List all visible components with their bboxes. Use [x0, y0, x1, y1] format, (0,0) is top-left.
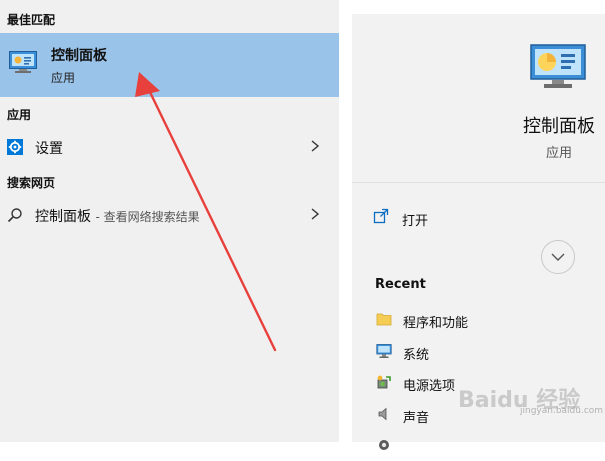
- recent-header: Recent: [375, 277, 426, 292]
- recent-item-label: 电源选项: [403, 379, 456, 394]
- app-detail-pane: 控制面板 应用 打开 Recent 程序和功能 系统 电源选项 声音: [352, 14, 605, 450]
- folder-icon: [376, 313, 392, 326]
- recent-item-system[interactable]: 系统: [352, 337, 605, 367]
- search-icon: [7, 208, 22, 223]
- monitor-icon: [376, 344, 392, 358]
- chevron-right-icon[interactable]: [309, 138, 321, 154]
- recent-item-label: 程序和功能: [403, 316, 469, 331]
- best-match-header: 最佳匹配: [7, 13, 56, 27]
- apps-header: 应用: [7, 108, 32, 122]
- power-options-icon: [377, 375, 391, 389]
- best-match-subtitle: 应用: [51, 71, 76, 85]
- control-panel-icon: [530, 44, 586, 88]
- app-result-settings[interactable]: 设置: [0, 130, 339, 164]
- open-action[interactable]: 打开: [352, 200, 605, 234]
- web-result-hint: - 查看网络搜索结果: [95, 210, 200, 224]
- web-search-header: 搜索网页: [7, 176, 56, 190]
- recent-item-label: 系统: [403, 348, 430, 363]
- expand-button[interactable]: [541, 240, 575, 274]
- chevron-right-icon[interactable]: [309, 206, 321, 222]
- watermark-url: jingyan.baidu.com: [520, 406, 604, 416]
- recent-item-label: 声音: [403, 411, 430, 426]
- recent-item-partial[interactable]: [352, 431, 605, 461]
- open-label: 打开: [402, 214, 429, 229]
- speaker-icon: [378, 407, 387, 421]
- control-panel-icon: [9, 51, 37, 73]
- best-match-title: 控制面板: [51, 48, 107, 64]
- app-title-text: 控制面板: [523, 116, 595, 137]
- web-result-control-panel[interactable]: 控制面板 - 查看网络搜索结果: [0, 198, 339, 232]
- partial-item-icon: [379, 440, 389, 450]
- open-external-icon: [373, 208, 389, 224]
- best-match-control-panel[interactable]: 控制面板 应用: [0, 33, 339, 97]
- divider: [352, 182, 605, 183]
- web-result-label: 控制面板 - 查看网络搜索结果: [35, 206, 200, 226]
- settings-gear-icon: [7, 139, 23, 155]
- chevron-down-icon: [551, 253, 565, 261]
- web-result-term: 控制面板: [35, 209, 91, 225]
- app-result-label: 设置: [35, 141, 63, 157]
- app-subtitle: 应用: [545, 146, 572, 161]
- search-results-pane: 最佳匹配 控制面板 应用 应用 设置 搜索网页 控制面板 - 查看网络搜索结果: [0, 0, 339, 442]
- recent-item-programs[interactable]: 程序和功能: [352, 305, 605, 335]
- baidu-watermark: Baidu 经验 jingyan.baidu.com: [458, 382, 603, 416]
